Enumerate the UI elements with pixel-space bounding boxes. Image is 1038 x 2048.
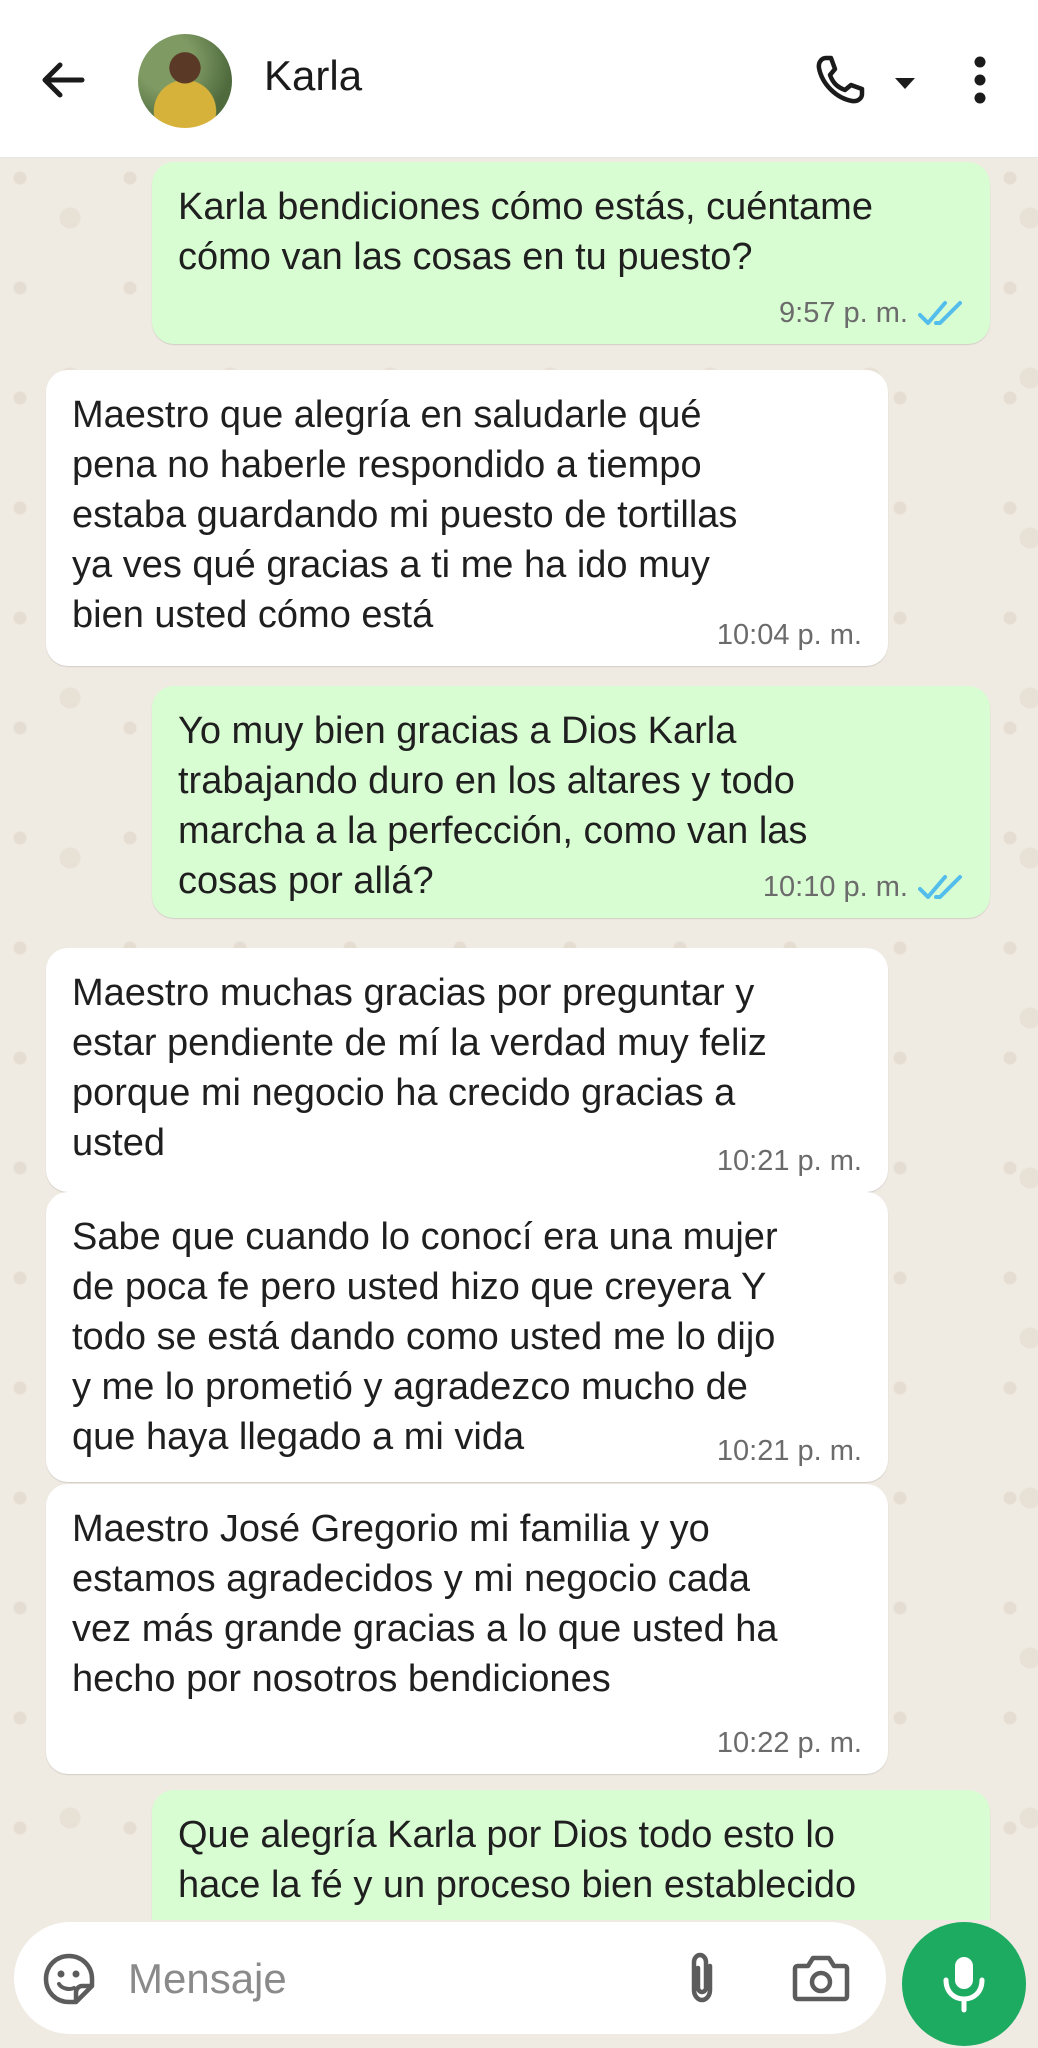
mic-button[interactable] bbox=[902, 1922, 1026, 2046]
message-bubble[interactable]: Sabe que cuando lo conocí era una mujer … bbox=[46, 1192, 888, 1482]
message-text: Sabe que cuando lo conocí era una mujer … bbox=[72, 1216, 778, 1458]
message-meta: 10:21 p. m. bbox=[717, 1435, 862, 1468]
message-meta: 10:04 p. m. bbox=[717, 619, 862, 652]
phone-icon[interactable] bbox=[812, 52, 868, 108]
message-meta: 10:21 p. m. bbox=[717, 1145, 862, 1178]
message-time: 10:04 p. m. bbox=[716, 619, 862, 651]
message-bubble[interactable]: Maestro muchas gracias por preguntar y e… bbox=[46, 948, 888, 1192]
message-input[interactable] bbox=[126, 1944, 670, 2014]
message-text: Karla bendiciones cómo estás, cuéntame c… bbox=[178, 186, 873, 278]
message-bubble[interactable]: Maestro que alegría en saludarle qué pen… bbox=[46, 370, 888, 666]
chat-area[interactable]: Karla bendiciones cómo estás, cuéntame c… bbox=[0, 158, 1038, 1920]
contact-name[interactable]: Karla bbox=[264, 52, 362, 100]
message-meta: 10:10 p. m. bbox=[763, 871, 964, 904]
message-meta: 9:57 p. m. bbox=[779, 297, 964, 330]
caret-down-icon[interactable] bbox=[890, 68, 920, 98]
avatar[interactable] bbox=[138, 34, 232, 128]
message-bubble[interactable]: Que alegría Karla por Dios todo esto lo … bbox=[152, 1790, 990, 1920]
message-time: 10:21 p. m. bbox=[716, 1435, 862, 1467]
message-bubble[interactable]: Karla bendiciones cómo estás, cuéntame c… bbox=[152, 162, 990, 344]
read-ticks-icon bbox=[918, 874, 962, 899]
sticker-icon[interactable] bbox=[42, 1952, 96, 2006]
message-text: Que alegría Karla por Dios todo esto lo … bbox=[178, 1814, 857, 1906]
message-time: 9:57 p. m. bbox=[779, 297, 908, 329]
message-text: Maestro muchas gracias por preguntar y e… bbox=[72, 972, 767, 1164]
message-bubble[interactable]: Yo muy bien gracias a Dios Karla trabaja… bbox=[152, 686, 990, 918]
message-time: 10:21 p. m. bbox=[716, 1145, 862, 1177]
chat-header: Karla bbox=[0, 0, 1038, 158]
message-meta: 10:22 p. m. bbox=[717, 1727, 862, 1760]
message-bubble[interactable]: Maestro José Gregorio mi familia y yo es… bbox=[46, 1484, 888, 1774]
back-arrow-icon[interactable] bbox=[38, 55, 88, 105]
more-vert-icon[interactable] bbox=[960, 52, 1000, 108]
message-text: Maestro que alegría en saludarle qué pen… bbox=[72, 394, 738, 636]
message-composer bbox=[14, 1922, 886, 2034]
message-time: 10:22 p. m. bbox=[716, 1727, 862, 1759]
read-ticks-icon bbox=[918, 300, 962, 325]
mic-icon bbox=[943, 1957, 985, 2013]
message-time: 10:10 p. m. bbox=[762, 871, 908, 903]
paperclip-icon[interactable] bbox=[678, 1950, 726, 2008]
camera-icon[interactable] bbox=[792, 1952, 850, 2004]
message-text: Maestro José Gregorio mi familia y yo es… bbox=[72, 1508, 778, 1700]
